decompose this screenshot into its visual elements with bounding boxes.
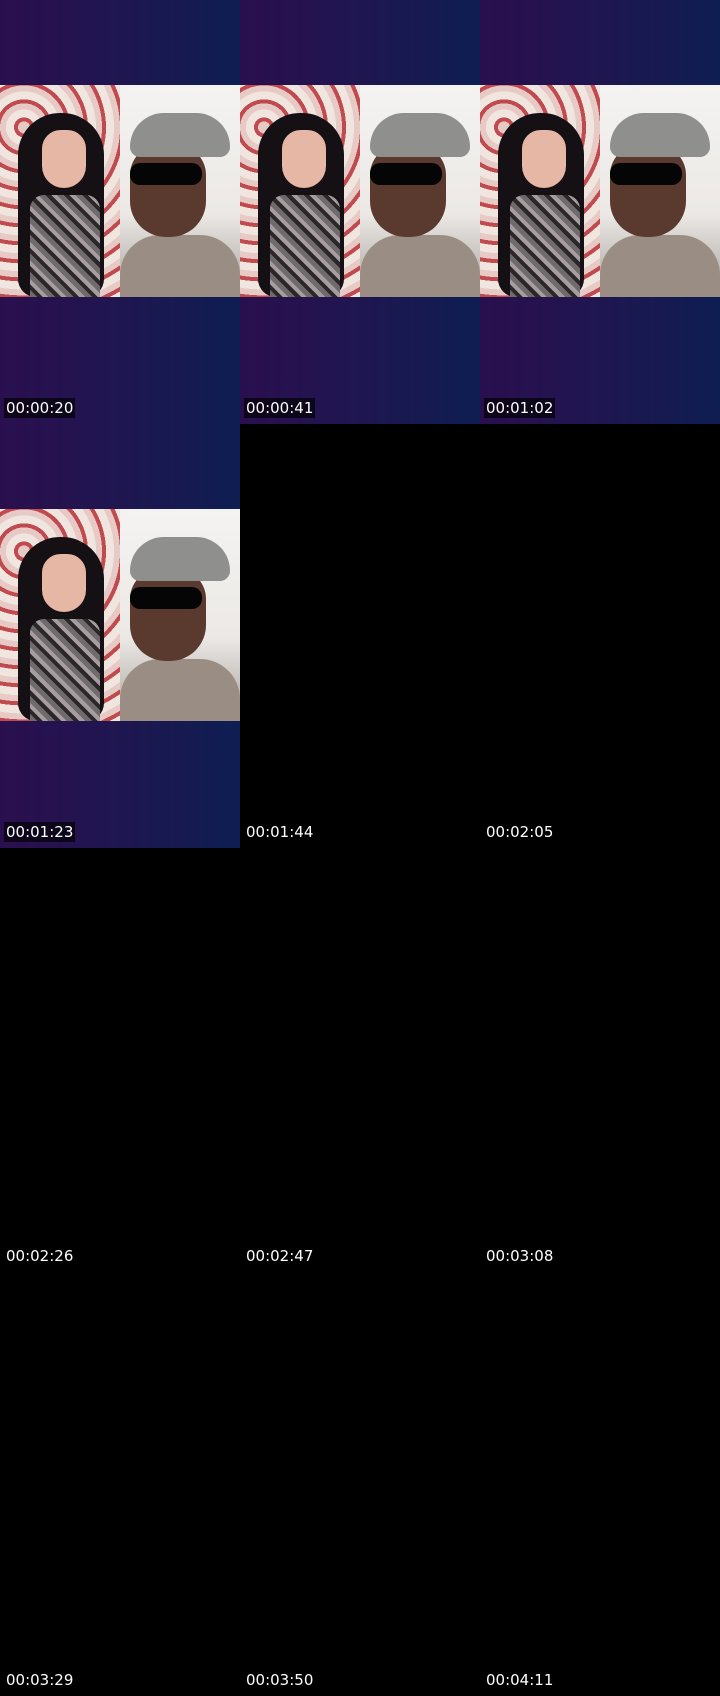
- person-dress: [30, 195, 100, 297]
- video-thumbnail[interactable]: 00:04:11: [480, 1272, 720, 1696]
- video-thumbnail[interactable]: 00:03:08: [480, 848, 720, 1272]
- timestamp-label: 00:01:23: [4, 822, 76, 842]
- video-pane-left: [480, 85, 600, 297]
- split-screen-call: [240, 85, 480, 297]
- person-cap: [130, 537, 230, 581]
- thumbnail-grid: 00:00:20 00:00:41 00:01:02 00:01:23 00:01:44…: [0, 0, 720, 1696]
- video-frame: [480, 0, 720, 424]
- timestamp-label: 00:04:11: [486, 1671, 554, 1689]
- timestamp-label: 00:03:50: [246, 1671, 314, 1689]
- video-thumbnail[interactable]: 00:02:26: [0, 848, 240, 1272]
- split-screen-call: [480, 85, 720, 297]
- video-thumbnail[interactable]: 00:01:02: [480, 0, 720, 424]
- person-shirt: [120, 235, 240, 297]
- timestamp-label: 00:03:08: [486, 1247, 554, 1265]
- person-face: [130, 569, 206, 661]
- timestamp-label: 00:00:20: [4, 398, 76, 418]
- video-thumbnail[interactable]: 00:03:29: [0, 1272, 240, 1696]
- timestamp-label: 00:01:44: [246, 823, 314, 841]
- person-cap: [130, 113, 230, 157]
- video-thumbnail[interactable]: 00:02:05: [480, 424, 720, 848]
- person-face: [370, 145, 446, 237]
- video-frame: [0, 424, 240, 848]
- video-thumbnail[interactable]: 00:00:20: [0, 0, 240, 424]
- split-screen-call: [0, 509, 240, 721]
- video-thumbnail[interactable]: 00:00:41: [240, 0, 480, 424]
- person-face: [610, 145, 686, 237]
- person-dress: [270, 195, 340, 297]
- person-face: [282, 130, 326, 188]
- video-thumbnail[interactable]: 00:03:50: [240, 1272, 480, 1696]
- video-thumbnail[interactable]: 00:02:47: [240, 848, 480, 1272]
- video-pane-right: [360, 85, 480, 297]
- video-thumbnail[interactable]: 00:01:23: [0, 424, 240, 848]
- sunglasses: [130, 587, 202, 609]
- video-frame: [240, 0, 480, 424]
- video-pane-left: [240, 85, 360, 297]
- person-shirt: [360, 235, 480, 297]
- person-cap: [370, 113, 470, 157]
- timestamp-label: 00:02:05: [486, 823, 554, 841]
- timestamp-label: 00:00:41: [244, 398, 316, 418]
- video-pane-left: [0, 509, 120, 721]
- video-pane-left: [0, 85, 120, 297]
- timestamp-label: 00:01:02: [484, 398, 556, 418]
- person-face: [42, 130, 86, 188]
- person-face: [130, 145, 206, 237]
- timestamp-label: 00:02:47: [246, 1247, 314, 1265]
- video-pane-right: [120, 509, 240, 721]
- video-pane-right: [600, 85, 720, 297]
- video-thumbnail[interactable]: 00:01:44: [240, 424, 480, 848]
- timestamp-label: 00:03:29: [6, 1671, 74, 1689]
- person-face: [522, 130, 566, 188]
- person-face: [42, 554, 86, 612]
- person-shirt: [120, 659, 240, 721]
- person-dress: [30, 619, 100, 721]
- split-screen-call: [0, 85, 240, 297]
- person-dress: [510, 195, 580, 297]
- sunglasses: [130, 163, 202, 185]
- sunglasses: [370, 163, 442, 185]
- timestamp-label: 00:02:26: [6, 1247, 74, 1265]
- person-shirt: [600, 235, 720, 297]
- person-cap: [610, 113, 710, 157]
- sunglasses: [610, 163, 682, 185]
- video-pane-right: [120, 85, 240, 297]
- video-frame: [0, 0, 240, 424]
